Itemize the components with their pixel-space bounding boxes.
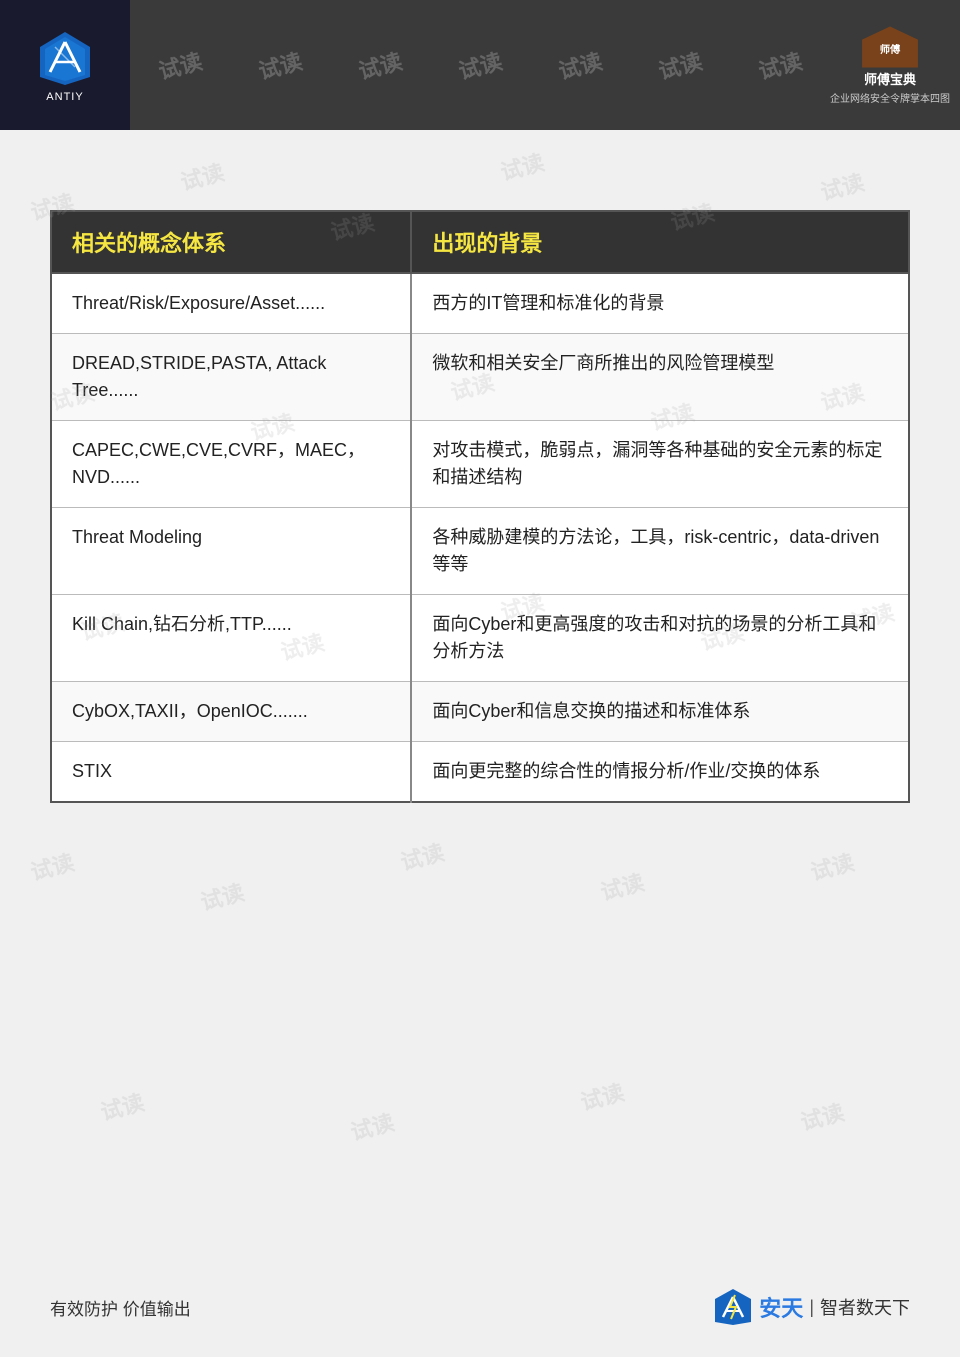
table-row: Threat Modeling各种威胁建模的方法论，工具，risk-centri…	[51, 508, 909, 595]
footer-logo-name: 安天	[759, 1291, 803, 1323]
body-wm-18: 试读	[197, 875, 248, 917]
footer: 有效防护 价值输出 安天 | 智者数天下	[0, 1287, 960, 1327]
header-right-logo: 师傅 师傅宝典 企业网络安全令牌掌本四图	[830, 25, 950, 105]
table-cell-col2: 面向Cyber和更高强度的攻击和对抗的场景的分析工具和分析方法	[411, 595, 909, 682]
table-cell-col2: 西方的IT管理和标准化的背景	[411, 273, 909, 334]
col2-header: 出现的背景	[411, 211, 909, 273]
right-logo-icon: 师傅	[860, 25, 920, 69]
right-logo-sub: 企业网络安全令牌掌本四图	[830, 90, 950, 105]
table-header-row: 相关的概念体系 出现的背景	[51, 211, 909, 273]
main-content: 相关的概念体系 出现的背景 Threat/Risk/Exposure/Asset…	[0, 130, 960, 803]
header-wm-4: 试读	[455, 44, 506, 86]
footer-left-text: 有效防护 价值输出	[50, 1295, 191, 1320]
body-wm-21: 试读	[807, 845, 858, 887]
body-wm-24: 试读	[577, 1075, 628, 1117]
header-wm-3: 试读	[355, 44, 406, 86]
footer-slogan: 智者数天下	[820, 1294, 910, 1320]
svg-text:师傅: 师傅	[880, 43, 901, 56]
col1-header: 相关的概念体系	[51, 211, 411, 273]
table-row: STIX面向更完整的综合性的情报分析/作业/交换的体系	[51, 742, 909, 803]
body-wm-25: 试读	[797, 1095, 848, 1137]
body-wm-19: 试读	[397, 835, 448, 877]
table-cell-col1: Threat/Risk/Exposure/Asset......	[51, 273, 411, 334]
table-cell-col2: 对攻击模式，脆弱点，漏洞等各种基础的安全元素的标定和描述结构	[411, 421, 909, 508]
table-cell-col1: CybOX,TAXII，OpenIOC.......	[51, 682, 411, 742]
header-wm-6: 试读	[655, 44, 706, 86]
footer-logo: 安天 | 智者数天下	[713, 1287, 910, 1327]
body-wm-20: 试读	[597, 865, 648, 907]
table-cell-col2: 面向Cyber和信息交换的描述和标准体系	[411, 682, 909, 742]
header-wm-2: 试读	[255, 44, 306, 86]
logo-text: ANTIY	[46, 91, 83, 103]
table-row: CybOX,TAXII，OpenIOC.......面向Cyber和信息交换的描…	[51, 682, 909, 742]
footer-right: 安天 | 智者数天下	[713, 1287, 910, 1327]
table-cell-col1: Threat Modeling	[51, 508, 411, 595]
antiy-logo-icon	[35, 27, 95, 87]
main-table: 相关的概念体系 出现的背景 Threat/Risk/Exposure/Asset…	[50, 210, 910, 803]
table-row: DREAD,STRIDE,PASTA, Attack Tree......微软和…	[51, 334, 909, 421]
table-cell-col1: DREAD,STRIDE,PASTA, Attack Tree......	[51, 334, 411, 421]
table-row: Threat/Risk/Exposure/Asset......西方的IT管理和…	[51, 273, 909, 334]
table-cell-col1: CAPEC,CWE,CVE,CVRF，MAEC，NVD......	[51, 421, 411, 508]
logo-area: ANTIY	[0, 0, 130, 130]
right-logo-text: 师傅宝典	[864, 69, 916, 88]
header-wm-7: 试读	[755, 44, 806, 86]
table-cell-col2: 面向更完整的综合性的情报分析/作业/交换的体系	[411, 742, 909, 803]
table-row: CAPEC,CWE,CVE,CVRF，MAEC，NVD......对攻击模式，脆…	[51, 421, 909, 508]
footer-pipe: |	[809, 1297, 814, 1318]
table-cell-col2: 微软和相关安全厂商所推出的风险管理模型	[411, 334, 909, 421]
header-wm-1: 试读	[155, 44, 206, 86]
table-cell-col1: STIX	[51, 742, 411, 803]
header: ANTIY 试读 试读 试读 试读 试读 试读 试读 师傅 师傅宝典 企业网络安…	[0, 0, 960, 130]
footer-antiy-icon	[713, 1287, 753, 1327]
body-wm-17: 试读	[27, 845, 78, 887]
table-cell-col2: 各种威胁建模的方法论，工具，risk-centric，data-driven等等	[411, 508, 909, 595]
header-watermarks: 试读 试读 试读 试读 试读 试读 试读	[130, 0, 830, 130]
header-wm-5: 试读	[555, 44, 606, 86]
body-wm-22: 试读	[97, 1085, 148, 1127]
table-cell-col1: Kill Chain,钻石分析,TTP......	[51, 595, 411, 682]
table-row: Kill Chain,钻石分析,TTP......面向Cyber和更高强度的攻击…	[51, 595, 909, 682]
body-wm-23: 试读	[347, 1105, 398, 1147]
